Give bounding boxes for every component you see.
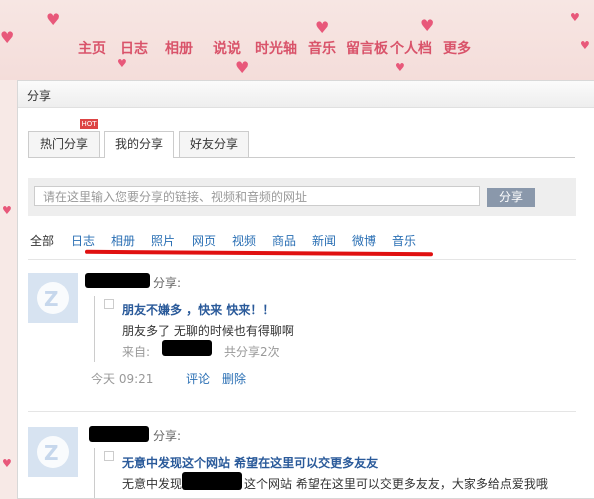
nav-item-album[interactable]: 相册	[165, 38, 193, 58]
heart-icon: ♥	[235, 58, 250, 77]
quote-bar	[94, 448, 95, 498]
nav-item-music[interactable]: 音乐	[308, 38, 336, 58]
filter-music[interactable]: 音乐	[392, 232, 416, 249]
post-text-part2: 这个网站 希望在这里可以交更多友友，大家多给点爱我哦	[244, 477, 548, 491]
avatar[interactable]: Z	[28, 273, 78, 323]
filter-blog[interactable]: 日志	[71, 232, 95, 249]
heart-icon: ♥	[420, 16, 435, 35]
divider	[28, 411, 576, 412]
nav-item-guestbook[interactable]: 留言板	[346, 38, 388, 58]
share-panel: 分享 HOT 热门分享 我的分享 好友分享 请在这里输入您要分享的链接、视频和音…	[17, 80, 594, 499]
redacted-username	[85, 273, 150, 288]
filter-album[interactable]: 相册	[111, 232, 135, 249]
heart-icon: ♥	[570, 11, 580, 24]
post-checkbox[interactable]	[104, 451, 114, 461]
heart-icon: ♥	[580, 39, 590, 52]
nav-item-more[interactable]: 更多	[443, 38, 471, 58]
nav-item-moments[interactable]: 说说	[213, 38, 241, 58]
nav-item-profile[interactable]: 个人档	[390, 38, 432, 58]
redacted-source	[162, 340, 212, 356]
share-action-label: 分享:	[153, 429, 182, 443]
tab-friend-shares[interactable]: 好友分享	[179, 131, 249, 157]
filter-photo[interactable]: 照片	[151, 232, 175, 249]
filter-all[interactable]: 全部	[30, 232, 54, 249]
panel-title: 分享	[27, 89, 52, 103]
share-count: 共分享2次	[224, 345, 280, 359]
filter-goods[interactable]: 商品	[272, 232, 296, 249]
redacted-username	[89, 426, 149, 442]
nav-item-home[interactable]: 主页	[78, 38, 106, 58]
divider	[28, 259, 576, 260]
share-button[interactable]: 分享	[487, 188, 535, 207]
heart-icon: ♥	[395, 61, 405, 74]
panel-header: 分享	[18, 81, 594, 108]
filter-weibo[interactable]: 微博	[352, 232, 376, 249]
post-title-link[interactable]: 无意中发现这个网站 希望在这里可以交更多友友	[122, 454, 378, 471]
qzone-logo-icon: Z	[44, 287, 59, 311]
filter-webpage[interactable]: 网页	[192, 232, 216, 249]
comment-link[interactable]: 评论	[186, 370, 210, 387]
heart-icon: ♥	[315, 18, 330, 37]
redacted-text	[182, 472, 242, 490]
qzone-logo-icon: Z	[44, 441, 59, 465]
post-title-link[interactable]: 朋友不嫌多 ，快来 快来！！	[122, 301, 274, 318]
heart-icon: ♥	[117, 57, 127, 70]
post-checkbox[interactable]	[104, 299, 114, 309]
filter-video[interactable]: 视频	[232, 232, 256, 249]
red-highlight-line	[84, 249, 434, 257]
post-text-part1: 无意中发现	[122, 477, 183, 491]
tab-hot-shares[interactable]: 热门分享	[28, 131, 100, 157]
tab-my-shares[interactable]: 我的分享	[104, 131, 174, 158]
heart-icon: ♥	[2, 204, 12, 217]
hot-badge: HOT	[80, 119, 98, 129]
nav-item-timeline[interactable]: 时光轴	[255, 38, 297, 58]
delete-link[interactable]: 删除	[222, 370, 246, 387]
avatar[interactable]: Z	[28, 427, 78, 477]
heart-icon: ♥	[46, 10, 61, 29]
share-url-input[interactable]: 请在这里输入您要分享的链接、视频和音频的网址	[34, 186, 480, 206]
quote-bar	[94, 296, 95, 362]
post-text: 朋友多了 无聊的时候也有得聊啊	[122, 324, 294, 338]
post-time: 今天 09:21	[91, 372, 154, 386]
heart-icon: ♥	[2, 457, 12, 470]
heart-icon: ♥	[0, 28, 15, 47]
nav-item-blog[interactable]: 日志	[120, 38, 148, 58]
share-input-area: 请在这里输入您要分享的链接、视频和音频的网址 分享	[28, 178, 576, 216]
share-tabs: 热门分享 我的分享 好友分享	[28, 131, 575, 158]
source-label: 来自:	[122, 345, 151, 359]
filter-news[interactable]: 新闻	[312, 232, 336, 249]
share-action-label: 分享:	[153, 276, 182, 290]
